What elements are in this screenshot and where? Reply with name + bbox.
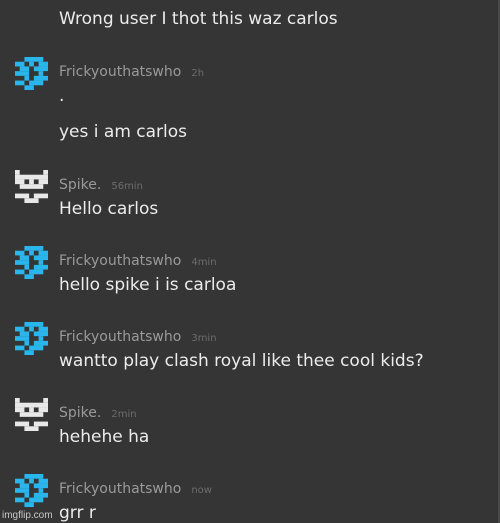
message-text: Hello carlos — [59, 199, 159, 219]
message-header: Frickyouthatswho now — [59, 478, 212, 497]
message-header: Frickyouthatswho 2h — [59, 61, 205, 80]
message-text: hehehe ha — [59, 427, 150, 447]
username[interactable]: Frickyouthatswho — [59, 329, 181, 345]
username[interactable]: Frickyouthatswho — [59, 481, 181, 497]
avatar[interactable] — [15, 170, 48, 203]
message-text: Wrong user I thot this waz carlos — [59, 9, 338, 29]
timestamp: 4min — [191, 257, 217, 268]
message-header: Frickyouthatswho 3min — [59, 326, 217, 345]
timestamp: 2min — [111, 409, 137, 420]
watermark: imgflip.com — [2, 510, 53, 521]
username[interactable]: Frickyouthatswho — [59, 64, 181, 80]
timestamp: 2h — [191, 68, 205, 79]
username[interactable]: Frickyouthatswho — [59, 253, 181, 269]
username[interactable]: Spike. — [59, 177, 101, 193]
white-pixel-avatar-icon — [15, 398, 48, 431]
message-text: . — [59, 86, 65, 106]
timestamp: now — [191, 485, 212, 496]
avatar[interactable] — [15, 322, 48, 355]
avatar[interactable] — [15, 246, 48, 279]
avatar[interactable] — [15, 474, 48, 507]
message-header: Spike. 2min — [59, 402, 137, 421]
avatar[interactable] — [15, 398, 48, 431]
username[interactable]: Spike. — [59, 405, 101, 421]
message-header: Frickyouthatswho 4min — [59, 250, 217, 269]
message-text: yes i am carlos — [59, 122, 188, 142]
timestamp: 3min — [191, 333, 217, 344]
blue-pixel-avatar-icon — [15, 57, 48, 90]
white-pixel-avatar-icon — [15, 170, 48, 203]
message-header: Spike. 56min — [59, 174, 143, 193]
avatar[interactable] — [15, 57, 48, 90]
timestamp: 56min — [111, 181, 143, 192]
blue-pixel-avatar-icon — [15, 322, 48, 355]
blue-pixel-avatar-icon — [15, 246, 48, 279]
blue-pixel-avatar-icon — [15, 474, 48, 507]
message-text: grr r — [59, 503, 96, 523]
message-text: hello spike i is carloa — [59, 275, 237, 295]
message-text: wantto play clash royal like thee cool k… — [59, 351, 424, 371]
